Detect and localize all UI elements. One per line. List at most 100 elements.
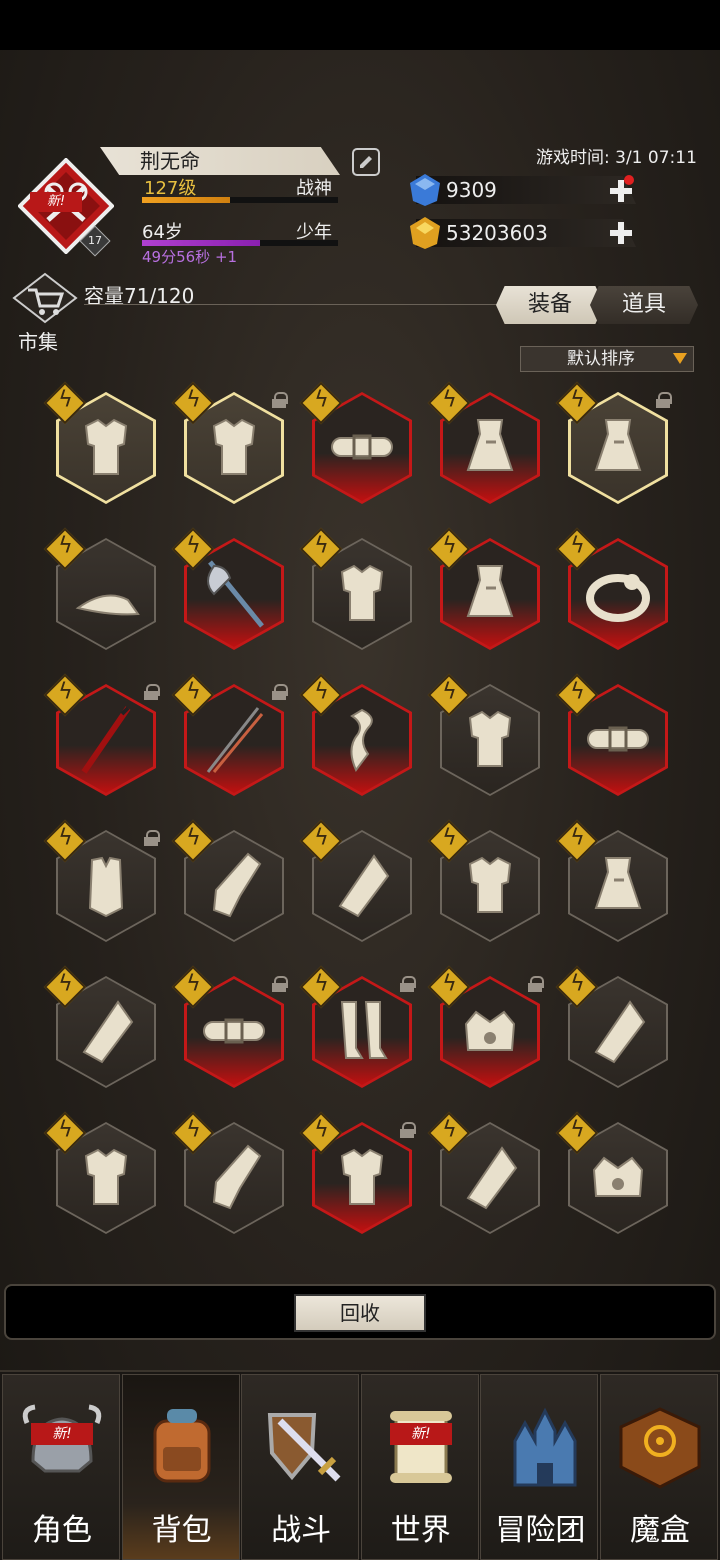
recycle-button[interactable]: 回收: [294, 1294, 426, 1332]
inventory-slot[interactable]: [299, 965, 418, 1092]
inventory-slot[interactable]: [427, 673, 546, 800]
game-time: 游戏时间: 3/1 07:11: [536, 148, 697, 168]
lock-icon: [656, 392, 672, 408]
inventory-slot[interactable]: [299, 381, 418, 508]
edit-icon: [360, 156, 372, 168]
inventory-slot[interactable]: [299, 1111, 418, 1238]
notification-dot: [624, 175, 634, 185]
scroll-icon: [389, 1411, 452, 1483]
ring-icon: [586, 574, 650, 622]
inventory-slot[interactable]: [555, 965, 674, 1092]
inventory-slot[interactable]: [171, 1111, 290, 1238]
tab-equipment[interactable]: 装备: [496, 286, 604, 324]
nav-label: 背包: [151, 1513, 212, 1548]
lock-icon: [144, 684, 160, 700]
nav-label: 魔盒: [630, 1513, 690, 1548]
item-grid: [0, 376, 720, 1276]
armor-icon: [468, 856, 512, 913]
nav-item-1[interactable]: 背包: [121, 1374, 240, 1560]
divider: [84, 304, 504, 305]
bracer-icon: [466, 1146, 518, 1210]
nav-item-3[interactable]: 新! 世界: [360, 1374, 479, 1560]
inventory-slot[interactable]: [427, 527, 546, 654]
backpack-icon: [153, 1409, 211, 1483]
market-cart-icon[interactable]: [12, 272, 78, 324]
armor-icon: [84, 418, 128, 475]
bracer-icon: [594, 1000, 646, 1064]
belt-icon: [587, 726, 649, 752]
nav-item-4[interactable]: 冒险团: [480, 1374, 599, 1560]
gem-icon: [410, 174, 440, 206]
inventory-slot[interactable]: [299, 673, 418, 800]
inventory-slot[interactable]: [299, 527, 418, 654]
nav-label: 战斗: [271, 1513, 332, 1548]
sort-label: 默认排序: [567, 349, 635, 369]
inventory-slot[interactable]: [427, 965, 546, 1092]
armor-icon: [340, 1148, 384, 1205]
tab-items[interactable]: 道具: [590, 286, 698, 324]
helmet-icon: [22, 1404, 102, 1473]
hat-icon: [75, 594, 140, 616]
robe-icon: [594, 857, 642, 909]
inventory-slot[interactable]: [171, 965, 290, 1092]
inventory-slot[interactable]: [427, 1111, 546, 1238]
lock-icon: [272, 392, 288, 408]
sword-shield-icon: [268, 1413, 341, 1482]
robe-icon: [466, 419, 514, 471]
gold-resource: 53203603: [416, 219, 636, 247]
gem-resource: 9309: [416, 176, 636, 204]
inventory-slot[interactable]: [555, 1111, 674, 1238]
inventory-slot[interactable]: [299, 819, 418, 946]
inventory-slot[interactable]: [555, 819, 674, 946]
armor-icon: [468, 710, 512, 767]
bracer-icon: [82, 1000, 134, 1064]
inventory-slot[interactable]: [171, 527, 290, 654]
armor-icon: [340, 564, 384, 621]
robe-icon: [466, 565, 514, 617]
inventory-slot[interactable]: [43, 965, 162, 1092]
crown-icon: [464, 1010, 516, 1051]
gauntlet-icon: [212, 1144, 262, 1210]
new-badge: 新!: [31, 1423, 93, 1445]
inventory-slot[interactable]: [171, 673, 290, 800]
gold-count: 53203603: [446, 221, 548, 245]
castle-icon: [513, 1407, 577, 1487]
inventory-slot[interactable]: [427, 381, 546, 508]
bracer-icon: [338, 854, 390, 918]
spear-icon: [81, 706, 131, 774]
edit-name-button[interactable]: [352, 148, 380, 176]
inventory-slot[interactable]: [43, 381, 162, 508]
sort-dropdown[interactable]: 默认排序: [520, 346, 694, 372]
inventory-slot[interactable]: [555, 381, 674, 508]
inventory-slot[interactable]: [43, 527, 162, 654]
inventory-slot[interactable]: [555, 673, 674, 800]
lock-icon: [272, 976, 288, 992]
inventory-slot[interactable]: [171, 819, 290, 946]
new-badge: 新!: [30, 192, 82, 212]
nav-label: 角色: [32, 1513, 92, 1548]
inventory-slot[interactable]: [171, 381, 290, 508]
nav-item-2[interactable]: 战斗: [241, 1374, 360, 1560]
belt-icon: [203, 1018, 265, 1044]
lock-icon: [400, 976, 416, 992]
nav-item-0[interactable]: 新! 角色: [2, 1374, 120, 1560]
market-label[interactable]: 市集: [18, 326, 58, 355]
add-gold-button[interactable]: [610, 222, 632, 244]
inventory-slot[interactable]: [427, 819, 546, 946]
gauntlet-icon: [212, 852, 262, 918]
nav-item-5[interactable]: 魔盒: [600, 1374, 718, 1560]
twin-spear-icon: [206, 707, 264, 773]
lock-icon: [144, 830, 160, 846]
magic-box-icon: [619, 1407, 701, 1489]
nav-label: 冒险团: [495, 1513, 586, 1548]
new-badge: 新!: [389, 1423, 452, 1445]
player-name: 荆无命: [100, 147, 340, 175]
armor-icon: [212, 418, 256, 475]
inventory-slot[interactable]: [555, 527, 674, 654]
lock-icon: [400, 1122, 416, 1138]
inventory-slot[interactable]: [43, 1111, 162, 1238]
xp-bar-fill: [142, 197, 231, 203]
inventory-slot[interactable]: [43, 819, 162, 946]
xp-bar: [142, 197, 338, 203]
inventory-slot[interactable]: [43, 673, 162, 800]
